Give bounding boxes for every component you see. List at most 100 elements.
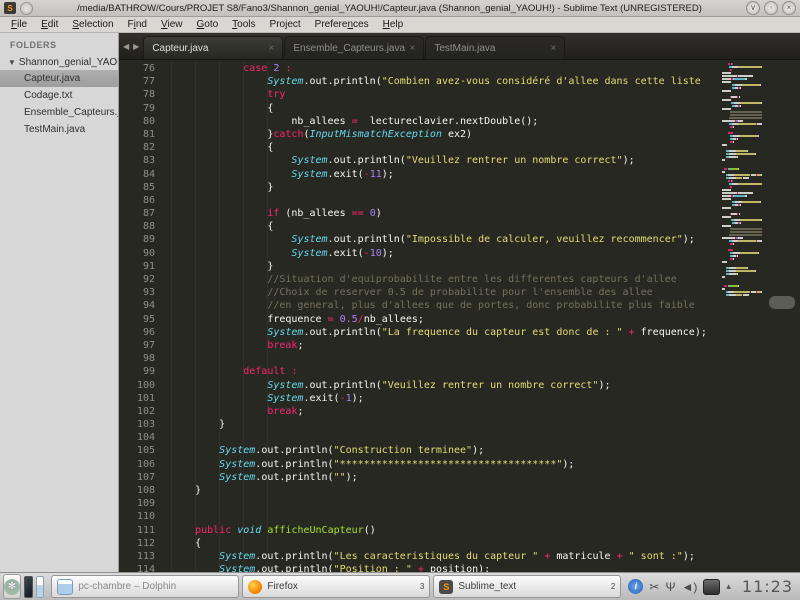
code-line: 97 break;	[119, 339, 722, 352]
editor-pane: ◀ ▶ Capteur.java×Ensemble_Capteurs.java×…	[119, 33, 800, 572]
tab-scroll-left-icon[interactable]: ◀	[123, 42, 129, 51]
code-line: 96 System.out.println("La frequence du c…	[119, 326, 722, 339]
update-shield-icon[interactable]: i	[628, 579, 643, 594]
tab-ensemble_capteurs.java[interactable]: Ensemble_Capteurs.java×	[284, 36, 424, 59]
menu-item-file[interactable]: File	[4, 17, 34, 32]
code-line: 111 public void afficheUnCapteur()	[119, 524, 722, 537]
folder-disclosure-icon[interactable]: ▼	[8, 58, 16, 67]
line-number: 101	[119, 392, 171, 405]
system-tray: i ✂ Ψ ◄) ▴	[624, 579, 735, 595]
line-number: 108	[119, 484, 171, 497]
window-count-badge: 2	[611, 582, 615, 591]
code-line: 84 System.exit(-11);	[119, 168, 722, 181]
title-bar: S /media/BATHROW/Cours/PROJET S8/Fano3/S…	[0, 0, 800, 17]
clock[interactable]: 11:23	[738, 577, 797, 596]
line-number: 92	[119, 273, 171, 286]
sidebar-item-capteur.java[interactable]: Capteur.java	[0, 70, 118, 87]
line-number: 114	[119, 563, 171, 572]
menu-item-project[interactable]: Project	[263, 17, 308, 32]
maximize-button[interactable]: ◦	[764, 1, 778, 15]
line-number: 78	[119, 88, 171, 101]
line-number: 79	[119, 102, 171, 115]
menu-item-preferences[interactable]: Preferences	[308, 17, 376, 32]
line-number: 88	[119, 220, 171, 233]
mint-menu-button[interactable]: ✻	[3, 574, 21, 599]
tab-label: TestMain.java	[434, 43, 495, 54]
task-label: Sublime_text	[458, 581, 516, 592]
panel-expander-icon[interactable]: ▴	[726, 581, 731, 592]
usb-device-icon[interactable]: Ψ	[665, 580, 675, 594]
menu-item-tools[interactable]: Tools	[225, 17, 262, 32]
code-line: 104	[119, 431, 722, 444]
code-line: 80 nb_allees = lectureclavier.nextDouble…	[119, 115, 722, 128]
line-number: 105	[119, 444, 171, 457]
indent-guide	[171, 62, 172, 572]
line-number: 89	[119, 233, 171, 246]
line-number: 106	[119, 458, 171, 471]
code-line: 95 frequence = 0.5/nb_allees;	[119, 313, 722, 326]
code-editor[interactable]: 76 case 2 :77 System.out.println("Combie…	[119, 60, 800, 572]
minimap[interactable]	[722, 62, 762, 572]
window-title: /media/BATHROW/Cours/PROJET S8/Fano3/Sha…	[37, 3, 742, 14]
dolphin-icon	[57, 579, 73, 595]
code-line: 90 System.exit(-10);	[119, 247, 722, 260]
mint-logo-icon: ✻	[4, 579, 20, 595]
tab-close-icon[interactable]: ×	[550, 43, 556, 54]
task-button-list: pc-chambre – DolphinFirefox3SSublime_tex…	[51, 575, 621, 598]
code-line: 100 System.out.println("Veuillez rentrer…	[119, 379, 722, 392]
indent-guide	[195, 62, 196, 572]
tab-close-icon[interactable]: ×	[268, 43, 274, 54]
task-button-firefox[interactable]: Firefox3	[242, 575, 430, 598]
tab-scroll-controls: ◀ ▶	[119, 33, 143, 59]
line-number: 82	[119, 141, 171, 154]
code-line: 93 //Choix de reserver 0.5 de probabilit…	[119, 286, 722, 299]
menu-item-goto[interactable]: Goto	[189, 17, 225, 32]
menu-item-help[interactable]: Help	[376, 17, 411, 32]
sidebar-item-codage.txt[interactable]: Codage.txt	[0, 87, 118, 104]
tab-label: Capteur.java	[152, 43, 208, 54]
close-button[interactable]: ×	[782, 1, 796, 15]
menu-item-view[interactable]: View	[154, 17, 190, 32]
code-lines: 76 case 2 :77 System.out.println("Combie…	[119, 62, 722, 572]
line-number: 81	[119, 128, 171, 141]
menu-bar: FileEditSelectionFindViewGotoToolsProjec…	[0, 17, 800, 33]
indent-guide	[219, 62, 220, 572]
code-line: 107 System.out.println("");	[119, 471, 722, 484]
line-number: 76	[119, 62, 171, 75]
line-number: 96	[119, 326, 171, 339]
window-count-badge: 3	[420, 582, 424, 591]
line-number: 93	[119, 286, 171, 299]
terminal-launcher-icon[interactable]	[24, 576, 33, 598]
line-number: 107	[119, 471, 171, 484]
menu-item-find[interactable]: Find	[121, 17, 154, 32]
sidebar-folder[interactable]: ▼Shannon_genial_YAOUH!	[0, 55, 118, 70]
line-number: 87	[119, 207, 171, 220]
clipboard-scissors-icon[interactable]: ✂	[649, 580, 659, 594]
scrollbar-thumb[interactable]	[769, 296, 795, 309]
menu-item-selection[interactable]: Selection	[65, 17, 120, 32]
tab-scroll-right-icon[interactable]: ▶	[133, 42, 139, 51]
device-notifier-icon[interactable]	[703, 579, 720, 595]
tab-capteur.java[interactable]: Capteur.java ×	[143, 36, 283, 59]
code-line: 103 }	[119, 418, 722, 431]
minimize-button[interactable]: ∨	[746, 1, 760, 15]
code-line: 78 try	[119, 88, 722, 101]
tab-testmain.java[interactable]: TestMain.java ×	[425, 36, 565, 59]
line-number: 100	[119, 379, 171, 392]
sidebar-item-ensemble_capteurs.java[interactable]: Ensemble_Capteurs.java	[0, 104, 118, 121]
sidebar-file-list: Capteur.javaCodage.txtEnsemble_Capteurs.…	[0, 70, 118, 138]
sublime-text-window: S /media/BATHROW/Cours/PROJET S8/Fano3/S…	[0, 0, 800, 600]
tab-close-icon[interactable]: ×	[409, 43, 415, 54]
task-button-sublime[interactable]: SSublime_text2	[433, 575, 621, 598]
menu-item-edit[interactable]: Edit	[34, 17, 65, 32]
volume-icon[interactable]: ◄)	[681, 580, 697, 594]
code-line: 83 System.out.println("Veuillez rentrer …	[119, 154, 722, 167]
line-number: 98	[119, 352, 171, 365]
code-line: 89 System.out.println("Impossible de cal…	[119, 233, 722, 246]
sidebar-item-testmain.java[interactable]: TestMain.java	[0, 121, 118, 138]
task-button-dolphin[interactable]: pc-chambre – Dolphin	[51, 575, 239, 598]
pin-button[interactable]	[20, 2, 33, 15]
scrollbar-track[interactable]	[762, 60, 800, 572]
files-launcher-icon[interactable]	[36, 576, 45, 598]
code-line: 76 case 2 :	[119, 62, 722, 75]
